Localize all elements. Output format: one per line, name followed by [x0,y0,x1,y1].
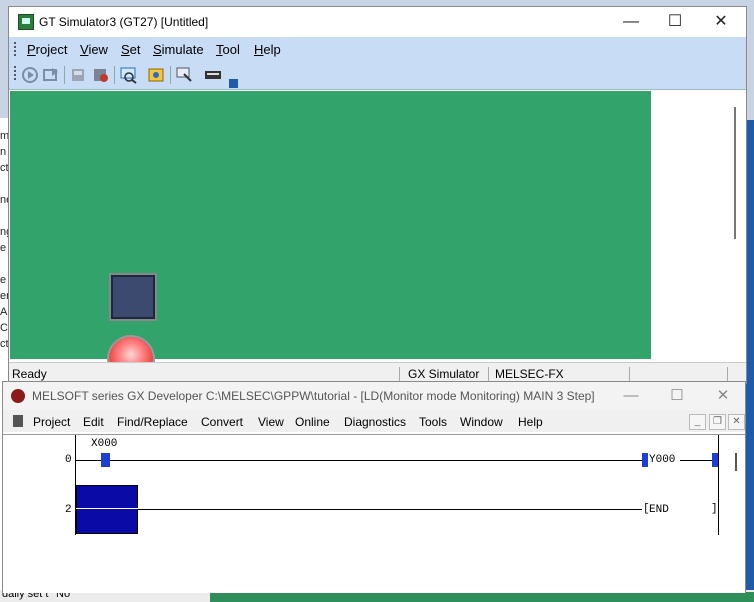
contact-device-label: X000 [91,438,118,450]
status-plc-type: MELSEC-FX [495,367,564,381]
gx-menu-diagnostics[interactable]: Diagnostics [344,415,406,429]
touch-icon[interactable] [176,66,194,84]
toolbar-overflow-button[interactable] [229,79,238,88]
gx-menu-convert[interactable]: Convert [201,415,243,429]
gt-simulator-window: GT Simulator3 (GT27) [Untitled] — ☐ ✕ Pr… [8,6,747,384]
coil-device-label: Y000 [649,454,676,466]
gt-screen-margin [651,91,743,359]
contact-x000[interactable] [101,453,110,467]
rung-step-number: 0 [65,454,72,466]
melsoft-app-icon [11,389,25,403]
start-icon[interactable] [21,66,39,84]
status-gx-simulator: GX Simulator [408,367,480,381]
bg-fragment-text: e [0,274,7,286]
ladder-cursor[interactable] [76,485,138,534]
gt-menu-simulate[interactable]: Simulate [153,42,204,57]
bg-fragment-text: e [0,242,7,254]
bg-fragment-text: A [0,306,8,318]
keyboard-icon[interactable] [204,66,222,84]
coil-bracket-right[interactable] [712,453,718,467]
toolbar-grip-icon [14,66,18,80]
gx-menu-online[interactable]: Online [295,415,330,429]
gt-menu-help[interactable]: Help [254,42,281,57]
gt-menu-set[interactable]: Set [121,42,141,57]
rung-step-number: 2 [65,504,72,516]
gx-minimize-button[interactable]: — [611,385,651,407]
gt-hmi-screen[interactable] [10,91,651,381]
read-icon[interactable] [70,66,88,84]
gx-close-button[interactable]: ✕ [703,385,743,407]
rung-wire [680,460,712,461]
gt-toolbar-strip [9,61,238,89]
gx-maximize-button[interactable]: ☐ [657,385,697,407]
coil-bracket-left[interactable] [642,453,648,467]
gt-menu-tool[interactable]: Tool [216,42,240,57]
gt-window-title: GT Simulator3 (GT27) [Untitled] [39,15,209,29]
toolbar-separator [114,66,115,84]
gt-app-icon [18,14,34,30]
end-bracket-right: ] [711,503,718,515]
status-ready: Ready [12,367,47,381]
ladder-editor[interactable]: 0 X000 Y000 2 [ END ] [3,434,745,593]
background-green-fragment [210,592,754,602]
gx-menu-window[interactable]: Window [460,415,503,429]
bg-fragment-text: n [0,146,7,158]
stop-icon[interactable] [42,66,60,84]
gx-menu-project[interactable]: Project [33,415,70,429]
right-power-rail [718,435,719,535]
device-monitor-icon[interactable] [120,66,138,84]
gx-menu-find-replace[interactable]: Find/Replace [117,415,188,429]
rung-wire [137,509,642,510]
gt-vertical-scrollbar[interactable] [734,107,736,239]
gt-menu-project[interactable]: Project [27,42,67,57]
mdi-minimize-button[interactable]: _ [689,414,706,430]
gt-menu-view[interactable]: View [80,42,108,57]
gx-window-title: MELSOFT series GX Developer C:\MELSEC\GP… [32,389,595,403]
gx-menu-tools[interactable]: Tools [419,415,447,429]
toolbar-separator [170,66,171,84]
gx-menu-help[interactable]: Help [518,415,543,429]
gt-status-bar: Ready GX Simulator MELSEC-FX [9,362,746,383]
document-icon[interactable] [13,415,23,427]
toolbar-separator [64,66,65,84]
mdi-restore-button[interactable]: ❐ [709,414,726,430]
rung-wire [76,460,642,461]
gt-close-button[interactable]: ✕ [701,11,741,33]
gx-developer-window: MELSOFT series GX Developer C:\MELSEC\GP… [2,381,746,593]
write-icon[interactable] [92,66,110,84]
end-instruction[interactable]: END [649,504,669,516]
gx-title-bar[interactable]: MELSOFT series GX Developer C:\MELSEC\GP… [3,382,745,410]
gt-maximize-button[interactable]: ☐ [655,11,695,33]
gt-minimize-button[interactable]: — [611,11,651,33]
ladder-cursor-wire [76,508,138,509]
mdi-close-button[interactable]: ✕ [728,414,745,430]
gt-toolbar [9,61,746,90]
hmi-push-button[interactable] [109,273,157,321]
gx-menu-bar: Project Edit Find/Replace Convert View O… [3,410,745,432]
gx-menu-edit[interactable]: Edit [83,415,104,429]
gx-menu-view[interactable]: View [258,415,284,429]
gx-vertical-scrollbar[interactable] [735,453,737,471]
gt-menu-bar: Project View Set Simulate Tool Help [9,37,746,61]
menu-grip-icon [14,42,18,56]
gt-title-bar[interactable]: GT Simulator3 (GT27) [Untitled] — ☐ ✕ [9,7,746,37]
snapshot-icon[interactable] [148,66,166,84]
